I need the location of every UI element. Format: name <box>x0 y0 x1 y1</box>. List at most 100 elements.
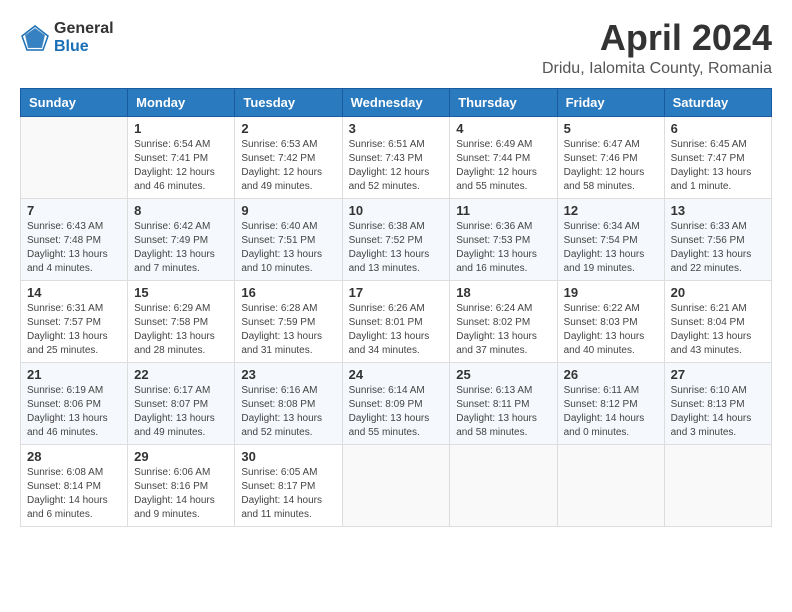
day-number: 11 <box>456 203 550 218</box>
calendar-cell: 23 Sunrise: 6:16 AM Sunset: 8:08 PM Dayli… <box>235 363 342 445</box>
calendar-cell: 29 Sunrise: 6:06 AM Sunset: 8:16 PM Dayli… <box>128 445 235 527</box>
day-info: Sunrise: 6:36 AM Sunset: 7:53 PM Dayligh… <box>456 220 550 276</box>
day-info: Sunrise: 6:22 AM Sunset: 8:03 PM Dayligh… <box>564 302 658 358</box>
day-number: 28 <box>27 449 121 464</box>
calendar-cell: 15Sunrise: 6:29 AM Sunset: 7:58 PM Dayli… <box>128 281 235 363</box>
day-info: Sunrise: 6:38 AM Sunset: 7:52 PM Dayligh… <box>349 220 444 276</box>
calendar-cell: 17 Sunrise: 6:26 AM Sunset: 8:01 PM Dayli… <box>342 281 450 363</box>
day-info: Sunrise: 6:17 AM Sunset: 8:07 PM Dayligh… <box>134 384 228 440</box>
calendar-cell: 19 Sunrise: 6:22 AM Sunset: 8:03 PM Dayli… <box>557 281 664 363</box>
calendar-cell: 2 Sunrise: 6:53 AM Sunset: 7:42 PM Daylig… <box>235 117 342 199</box>
calendar-cell: 5 Sunrise: 6:47 AM Sunset: 7:46 PM Daylig… <box>557 117 664 199</box>
calendar-cell: 30 Sunrise: 6:05 AM Sunset: 8:17 PM Dayli… <box>235 445 342 527</box>
day-info: Sunrise: 6:16 AM Sunset: 8:08 PM Dayligh… <box>241 384 335 440</box>
day-info: Sunrise: 6:29 AM Sunset: 7:58 PM Dayligh… <box>134 302 228 358</box>
calendar-cell <box>21 117 128 199</box>
logo-text: General Blue <box>54 20 114 55</box>
day-of-week-header: Monday <box>128 89 235 117</box>
day-info: Sunrise: 6:19 AM Sunset: 8:06 PM Dayligh… <box>27 384 121 440</box>
calendar-cell: 24Sunrise: 6:14 AM Sunset: 8:09 PM Dayli… <box>342 363 450 445</box>
day-number: 2 <box>241 121 335 136</box>
day-number: 21 <box>27 367 121 382</box>
calendar-week-row: 21 Sunrise: 6:19 AM Sunset: 8:06 PM Dayli… <box>21 363 772 445</box>
calendar-table: SundayMondayTuesdayWednesdayThursdayFrid… <box>20 88 772 527</box>
day-info: Sunrise: 6:26 AM Sunset: 8:01 PM Dayligh… <box>349 302 444 358</box>
calendar-cell: 27 Sunrise: 6:10 AM Sunset: 8:13 PM Dayli… <box>664 363 771 445</box>
day-number: 12 <box>564 203 658 218</box>
calendar-cell: 20Sunrise: 6:21 AM Sunset: 8:04 PM Dayli… <box>664 281 771 363</box>
calendar-cell: 18 Sunrise: 6:24 AM Sunset: 8:02 PM Dayli… <box>450 281 557 363</box>
day-number: 1 <box>134 121 228 136</box>
day-number: 14 <box>27 285 121 300</box>
day-number: 29 <box>134 449 228 464</box>
calendar-week-row: 1Sunrise: 6:54 AM Sunset: 7:41 PM Daylig… <box>21 117 772 199</box>
logo: General Blue <box>20 20 114 55</box>
day-of-week-header: Saturday <box>664 89 771 117</box>
logo-blue-text: Blue <box>54 38 114 56</box>
day-of-week-header: Sunday <box>21 89 128 117</box>
calendar-cell: 28 Sunrise: 6:08 AM Sunset: 8:14 PM Dayli… <box>21 445 128 527</box>
calendar-week-row: 28 Sunrise: 6:08 AM Sunset: 8:14 PM Dayli… <box>21 445 772 527</box>
day-info: Sunrise: 6:40 AM Sunset: 7:51 PM Dayligh… <box>241 220 335 276</box>
calendar-week-row: 14 Sunrise: 6:31 AM Sunset: 7:57 PM Dayli… <box>21 281 772 363</box>
day-number: 3 <box>349 121 444 136</box>
calendar-cell <box>664 445 771 527</box>
day-info: Sunrise: 6:10 AM Sunset: 8:13 PM Dayligh… <box>671 384 765 440</box>
day-info: Sunrise: 6:24 AM Sunset: 8:02 PM Dayligh… <box>456 302 550 358</box>
day-number: 4 <box>456 121 550 136</box>
day-info: Sunrise: 6:14 AM Sunset: 8:09 PM Dayligh… <box>349 384 444 440</box>
day-number: 5 <box>564 121 658 136</box>
page-header: General Blue April 2024 Dridu, Ialomita … <box>20 20 772 78</box>
day-info: Sunrise: 6:51 AM Sunset: 7:43 PM Dayligh… <box>349 138 444 194</box>
day-number: 23 <box>241 367 335 382</box>
day-number: 19 <box>564 285 658 300</box>
month-title: April 2024 <box>542 20 772 56</box>
day-number: 6 <box>671 121 765 136</box>
day-number: 25 <box>456 367 550 382</box>
calendar-cell: 13Sunrise: 6:33 AM Sunset: 7:56 PM Dayli… <box>664 199 771 281</box>
day-of-week-header: Thursday <box>450 89 557 117</box>
calendar-cell: 12 Sunrise: 6:34 AM Sunset: 7:54 PM Dayli… <box>557 199 664 281</box>
logo-general-text: General <box>54 20 114 38</box>
day-info: Sunrise: 6:06 AM Sunset: 8:16 PM Dayligh… <box>134 466 228 522</box>
day-info: Sunrise: 6:49 AM Sunset: 7:44 PM Dayligh… <box>456 138 550 194</box>
day-info: Sunrise: 6:05 AM Sunset: 8:17 PM Dayligh… <box>241 466 335 522</box>
calendar-week-row: 7Sunrise: 6:43 AM Sunset: 7:48 PM Daylig… <box>21 199 772 281</box>
day-info: Sunrise: 6:11 AM Sunset: 8:12 PM Dayligh… <box>564 384 658 440</box>
calendar-cell: 14 Sunrise: 6:31 AM Sunset: 7:57 PM Dayli… <box>21 281 128 363</box>
day-number: 30 <box>241 449 335 464</box>
calendar-cell: 3 Sunrise: 6:51 AM Sunset: 7:43 PM Daylig… <box>342 117 450 199</box>
day-of-week-header: Friday <box>557 89 664 117</box>
day-info: Sunrise: 6:34 AM Sunset: 7:54 PM Dayligh… <box>564 220 658 276</box>
title-section: April 2024 Dridu, Ialomita County, Roman… <box>542 20 772 78</box>
calendar-cell <box>450 445 557 527</box>
calendar-cell: 26Sunrise: 6:11 AM Sunset: 8:12 PM Dayli… <box>557 363 664 445</box>
calendar-cell <box>342 445 450 527</box>
location-text: Dridu, Ialomita County, Romania <box>542 60 772 78</box>
day-info: Sunrise: 6:47 AM Sunset: 7:46 PM Dayligh… <box>564 138 658 194</box>
logo-icon <box>20 23 50 53</box>
calendar-cell: 6 Sunrise: 6:45 AM Sunset: 7:47 PM Daylig… <box>664 117 771 199</box>
calendar-cell: 16 Sunrise: 6:28 AM Sunset: 7:59 PM Dayli… <box>235 281 342 363</box>
calendar-header-row: SundayMondayTuesdayWednesdayThursdayFrid… <box>21 89 772 117</box>
day-info: Sunrise: 6:33 AM Sunset: 7:56 PM Dayligh… <box>671 220 765 276</box>
calendar-cell: 1Sunrise: 6:54 AM Sunset: 7:41 PM Daylig… <box>128 117 235 199</box>
day-of-week-header: Wednesday <box>342 89 450 117</box>
day-info: Sunrise: 6:53 AM Sunset: 7:42 PM Dayligh… <box>241 138 335 194</box>
day-number: 18 <box>456 285 550 300</box>
day-info: Sunrise: 6:45 AM Sunset: 7:47 PM Dayligh… <box>671 138 765 194</box>
day-number: 10 <box>349 203 444 218</box>
day-info: Sunrise: 6:28 AM Sunset: 7:59 PM Dayligh… <box>241 302 335 358</box>
calendar-cell: 10 Sunrise: 6:38 AM Sunset: 7:52 PM Dayli… <box>342 199 450 281</box>
day-number: 7 <box>27 203 121 218</box>
day-info: Sunrise: 6:13 AM Sunset: 8:11 PM Dayligh… <box>456 384 550 440</box>
day-info: Sunrise: 6:31 AM Sunset: 7:57 PM Dayligh… <box>27 302 121 358</box>
day-number: 27 <box>671 367 765 382</box>
day-info: Sunrise: 6:21 AM Sunset: 8:04 PM Dayligh… <box>671 302 765 358</box>
calendar-cell: 8Sunrise: 6:42 AM Sunset: 7:49 PM Daylig… <box>128 199 235 281</box>
day-number: 16 <box>241 285 335 300</box>
day-number: 17 <box>349 285 444 300</box>
calendar-cell: 21 Sunrise: 6:19 AM Sunset: 8:06 PM Dayli… <box>21 363 128 445</box>
calendar-cell: 4 Sunrise: 6:49 AM Sunset: 7:44 PM Daylig… <box>450 117 557 199</box>
day-info: Sunrise: 6:08 AM Sunset: 8:14 PM Dayligh… <box>27 466 121 522</box>
